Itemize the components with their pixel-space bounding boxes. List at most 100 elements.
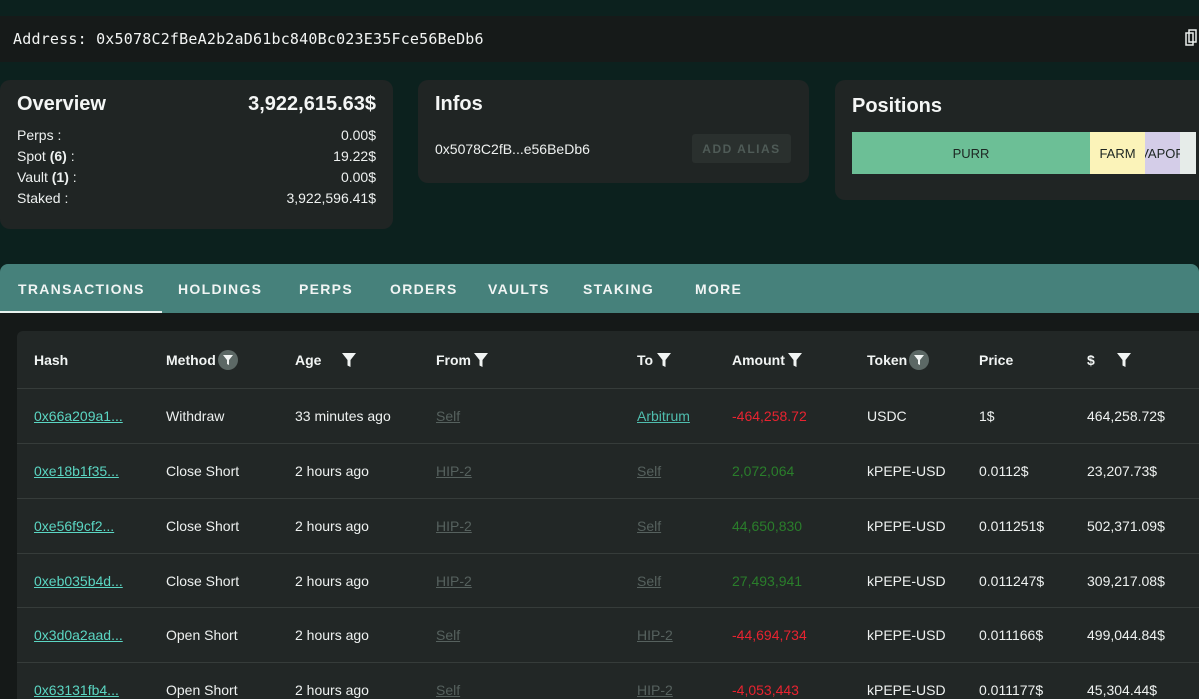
tx-amount: -44,694,734 (732, 627, 807, 643)
tx-method: Open Short (166, 682, 238, 698)
tx-method: Close Short (166, 463, 240, 479)
tx-age: 33 minutes ago (295, 408, 391, 424)
position-segment-purr[interactable]: PURR (852, 132, 1090, 174)
table-row[interactable]: 0xe56f9cf2... Close Short 2 hours ago HI… (17, 499, 1199, 554)
tx-usd-value: 45,304.44$ (1087, 682, 1158, 698)
tx-hash-link[interactable]: 0xe56f9cf2... (34, 499, 114, 553)
tx-hash-link[interactable]: 0x63131fb4... (34, 663, 119, 699)
tab-orders[interactable]: ORDERS (390, 264, 458, 313)
table-row[interactable]: 0x66a209a1... Withdraw 33 minutes ago Se… (17, 389, 1199, 444)
tab-staking[interactable]: STAKING (583, 264, 654, 313)
tx-token: USDC (867, 408, 907, 424)
tx-age: 2 hours ago (295, 463, 369, 479)
tx-from-link[interactable]: HIP-2 (436, 499, 472, 553)
tab-holdings[interactable]: HOLDINGS (178, 264, 262, 313)
tx-to-link[interactable]: Self (637, 554, 661, 607)
tx-to-link[interactable]: Self (637, 499, 661, 553)
position-segment-farm[interactable]: FARM (1090, 132, 1145, 174)
tx-token: kPEPE-USD (867, 682, 946, 698)
tx-price: 0.011247$ (979, 572, 1045, 589)
table-row[interactable]: 0xe18b1f35... Close Short 2 hours ago HI… (17, 444, 1199, 499)
overview-row-staked: Staked : 3,922,596.41$ (17, 188, 376, 209)
tx-price: 0.011177$ (979, 682, 1044, 698)
tx-amount: -464,258.72 (732, 408, 807, 424)
position-segment-other[interactable] (1180, 132, 1196, 174)
wallet-address: Address: 0x5078C2fBeA2b2aD61bc840Bc023E3… (13, 30, 484, 48)
header-amount: Amount (732, 331, 803, 388)
overview-value: 0.00$ (340, 169, 376, 185)
usd-filter-icon[interactable] (1116, 352, 1132, 368)
header-usd: $ (1087, 331, 1132, 388)
tx-token: kPEPE-USD (867, 627, 946, 643)
tx-token: kPEPE-USD (867, 518, 946, 534)
header-to: To (637, 331, 672, 388)
method-filter-icon[interactable] (217, 349, 238, 370)
amount-filter-icon[interactable] (787, 352, 803, 368)
header-hash: Hash (34, 351, 69, 368)
copy-icon[interactable] (1185, 29, 1197, 49)
tab-vaults[interactable]: VAULTS (488, 264, 550, 313)
overview-title: Overview (17, 93, 106, 115)
tab-more[interactable]: MORE (695, 264, 742, 313)
table-row[interactable]: 0x63131fb4... Open Short 2 hours ago Sel… (17, 663, 1199, 699)
tx-amount: 44,650,830 (732, 518, 803, 534)
tab-transactions[interactable]: TRANSACTIONS (0, 264, 162, 313)
tx-from-link[interactable]: HIP-2 (436, 554, 472, 607)
tx-from-link[interactable]: HIP-2 (436, 444, 472, 498)
transactions-table: Hash Method Age From To Amount Token Pri… (17, 331, 1199, 699)
tx-usd-value: 499,044.84$ (1087, 627, 1165, 643)
from-filter-icon[interactable] (473, 352, 489, 368)
positions-bar: PURR FARM VAPOR (852, 132, 1199, 174)
tx-hash-link[interactable]: 0xe18b1f35... (34, 444, 119, 498)
tx-hash-link[interactable]: 0xeb035b4d... (34, 554, 123, 607)
tx-usd-value: 464,258.72$ (1087, 408, 1165, 424)
tx-hash-link[interactable]: 0x66a209a1... (34, 389, 123, 443)
tx-age: 2 hours ago (295, 572, 369, 589)
overview-card: Overview 3,922,615.63$ Perps : 0.00$ Spo… (0, 80, 393, 229)
tx-to-link[interactable]: Arbitrum (637, 389, 690, 443)
infos-card: Infos 0x5078C2fB...e56BeDb6 ADD ALIAS (418, 80, 809, 183)
overview-total: 3,922,615.63$ (248, 93, 376, 115)
tx-from-link[interactable]: Self (436, 663, 460, 699)
tx-hash-link[interactable]: 0x3d0a2aad... (34, 608, 123, 662)
tx-price: 0.011251$ (979, 518, 1045, 534)
tx-amount: 27,493,941 (732, 572, 803, 589)
tx-token: kPEPE-USD (867, 463, 946, 479)
tx-from-link[interactable]: Self (436, 608, 460, 662)
tx-to-link[interactable]: HIP-2 (637, 608, 673, 662)
tx-age: 2 hours ago (295, 682, 369, 698)
tx-usd-value: 502,371.09$ (1087, 518, 1165, 534)
positions-title: Positions (852, 95, 943, 117)
short-address: 0x5078C2fB...e56BeDb6 (435, 140, 590, 157)
table-row[interactable]: 0xeb035b4d... Close Short 2 hours ago HI… (17, 554, 1199, 608)
header-price: Price (979, 351, 1014, 368)
tx-age: 2 hours ago (295, 518, 369, 534)
overview-value: 19.22$ (333, 148, 376, 164)
tx-to-link[interactable]: Self (637, 444, 661, 498)
overview-row-vault: Vault (1) : 0.00$ (17, 167, 376, 188)
tx-usd-value: 309,217.08$ (1087, 572, 1165, 589)
token-filter-icon[interactable] (909, 349, 930, 370)
table-row[interactable]: 0x3d0a2aad... Open Short 2 hours ago Sel… (17, 608, 1199, 663)
tx-from-link[interactable]: Self (436, 389, 460, 443)
tab-perps[interactable]: PERPS (299, 264, 353, 313)
to-filter-icon[interactable] (656, 352, 672, 368)
transactions-panel: Hash Method Age From To Amount Token Pri… (0, 313, 1199, 699)
tx-price: 1$ (979, 408, 995, 424)
header-token: Token (867, 331, 930, 388)
add-alias-button[interactable]: ADD ALIAS (692, 134, 791, 163)
tx-amount: 2,072,064 (732, 463, 795, 479)
position-segment-vapor[interactable]: VAPOR (1145, 132, 1180, 174)
infos-title: Infos (435, 93, 483, 115)
tx-to-link[interactable]: HIP-2 (637, 663, 673, 699)
tx-price: 0.0112$ (979, 463, 1029, 479)
tx-usd-value: 23,207.73$ (1087, 463, 1158, 479)
tx-amount: -4,053,443 (732, 682, 799, 698)
header-method: Method (166, 331, 238, 388)
header-from: From (436, 331, 489, 388)
tx-method: Open Short (166, 627, 238, 643)
tx-price: 0.011166$ (979, 627, 1044, 643)
overview-value: 3,922,596.41$ (286, 190, 376, 206)
overview-row-perps: Perps : 0.00$ (17, 125, 376, 146)
age-filter-icon[interactable] (341, 352, 357, 368)
